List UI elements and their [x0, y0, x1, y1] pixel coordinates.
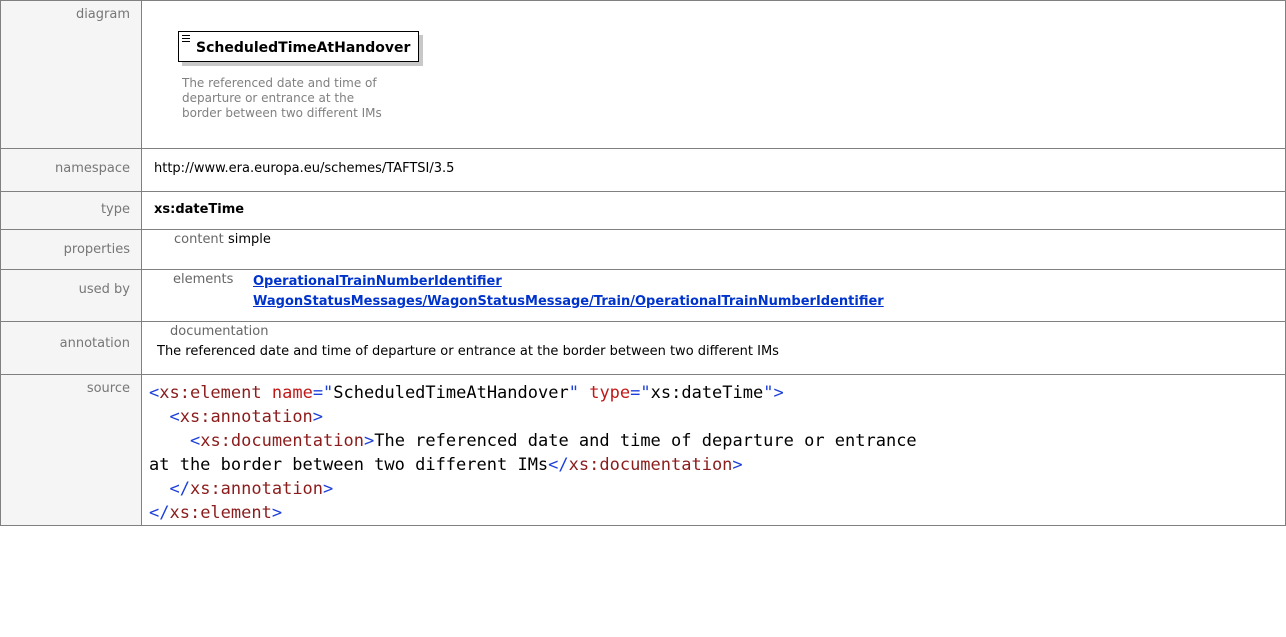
row-used-by: used by elements OperationalTrainNumberI…: [0, 269, 1286, 322]
row-type: type xs:dateTime: [0, 191, 1286, 230]
source-code: <xs:element name="ScheduledTimeAtHandove…: [149, 383, 917, 523]
used-by-link-operational-train-number[interactable]: OperationalTrainNumberIdentifier: [253, 272, 884, 292]
label-source: source: [0, 374, 142, 526]
source-cell: <xs:element name="ScheduledTimeAtHandove…: [141, 374, 1286, 526]
row-properties: properties content simple: [0, 229, 1286, 270]
label-annotation: annotation: [0, 321, 142, 375]
used-by-link-wagon-status-train-number[interactable]: WagonStatusMessages/WagonStatusMessage/T…: [253, 292, 884, 312]
label-diagram: diagram: [0, 0, 142, 149]
diagram-cell: ScheduledTimeAtHandover The referenced d…: [141, 0, 1286, 149]
label-namespace: namespace: [0, 148, 142, 192]
annotation-text: The referenced date and time of departur…: [157, 344, 779, 359]
namespace-value: http://www.era.europa.eu/schemes/TAFTSI/…: [141, 148, 1286, 192]
row-diagram: diagram ScheduledTimeAtHandover The refe…: [0, 0, 1286, 149]
row-annotation: annotation documentation The referenced …: [0, 321, 1286, 375]
diagram-documentation: The referenced date and time of departur…: [182, 76, 382, 120]
property-key: content: [174, 232, 224, 247]
properties-cell: content simple: [141, 229, 1286, 270]
type-value: xs:dateTime: [141, 191, 1286, 230]
label-type: type: [0, 191, 142, 230]
label-properties: properties: [0, 229, 142, 270]
element-annotation-icon: [182, 35, 190, 44]
element-diagram-name: ScheduledTimeAtHandover: [196, 40, 411, 56]
row-namespace: namespace http://www.era.europa.eu/schem…: [0, 148, 1286, 192]
used-by-cell: elements OperationalTrainNumberIdentifie…: [141, 269, 1286, 322]
used-by-key: elements: [173, 272, 234, 287]
label-used-by: used by: [0, 269, 142, 322]
element-diagram-box[interactable]: ScheduledTimeAtHandover: [178, 31, 420, 62]
row-source: source <xs:element name="ScheduledTimeAt…: [0, 374, 1286, 526]
annotation-cell: documentation The referenced date and ti…: [141, 321, 1286, 375]
property-value: simple: [228, 232, 271, 247]
annotation-key: documentation: [170, 324, 269, 339]
element-doc-table: diagram ScheduledTimeAtHandover The refe…: [0, 0, 1286, 526]
type-text: xs:dateTime: [154, 202, 245, 217]
